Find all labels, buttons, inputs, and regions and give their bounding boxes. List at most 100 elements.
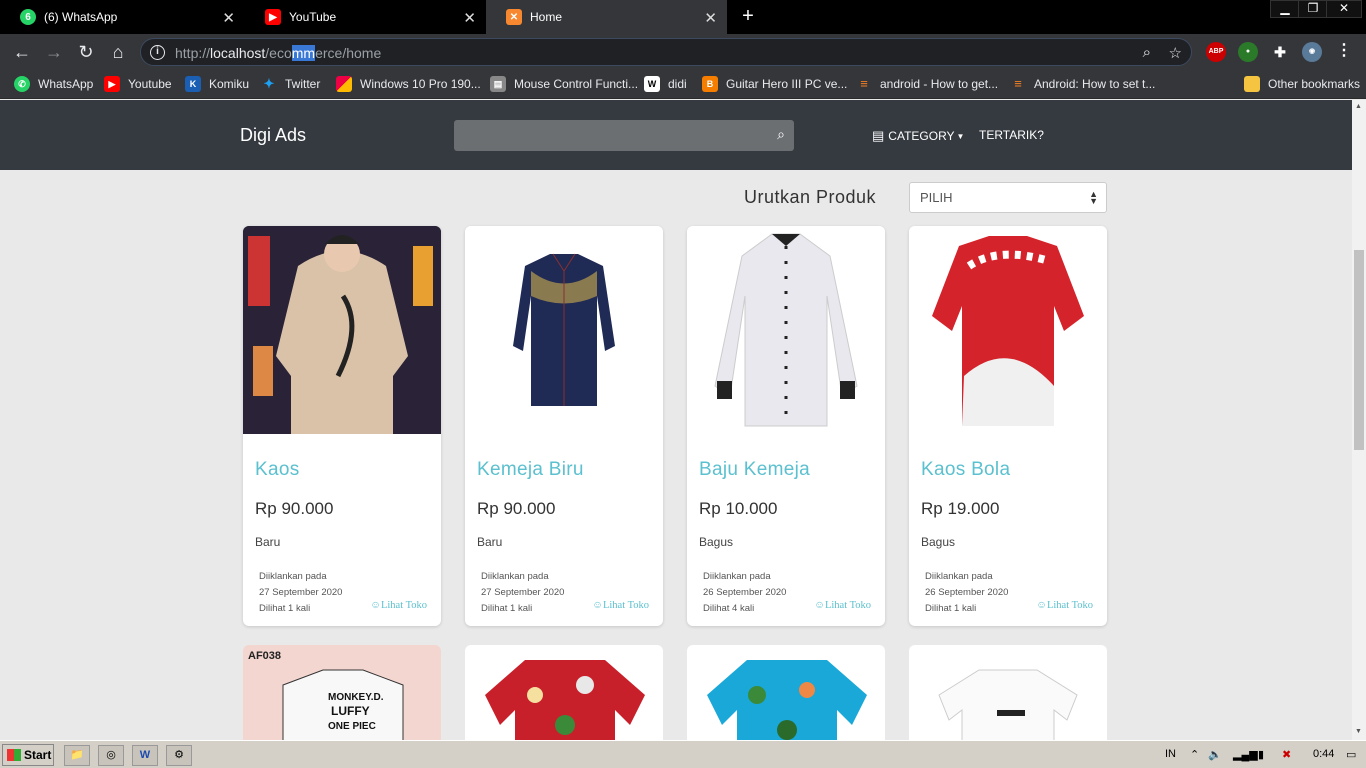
- scrollbar-thumb[interactable]: [1354, 250, 1364, 450]
- bookmark-label: Mouse Control Functi...: [514, 77, 639, 91]
- view-store-link[interactable]: ☺Lihat Toko: [592, 600, 649, 611]
- restore-button[interactable]: ❐: [1298, 0, 1328, 18]
- app-icon[interactable]: ⚙: [166, 745, 192, 766]
- view-count: Dilihat 1 kali: [925, 603, 977, 614]
- windows-flag-icon: [7, 749, 21, 761]
- close-icon[interactable]: ✕: [463, 9, 476, 27]
- view-store-link[interactable]: ☺Lihat Toko: [370, 600, 427, 611]
- page-icon: ▤: [490, 76, 506, 92]
- scroll-up-icon[interactable]: ▲: [1355, 103, 1362, 110]
- bookmark-youtube[interactable]: ▶ Youtube: [104, 76, 172, 92]
- minimize-button[interactable]: ▁: [1270, 0, 1300, 18]
- battery-icon[interactable]: ▮: [1258, 748, 1264, 761]
- clock[interactable]: 0:44: [1313, 748, 1334, 760]
- posted-label: Diiklankan pada: [703, 571, 771, 582]
- signal-icon[interactable]: ▂▄▆: [1233, 748, 1258, 761]
- product-title[interactable]: Kaos Bola: [921, 459, 1010, 481]
- network-error-icon[interactable]: ✖: [1282, 748, 1291, 761]
- adblock-icon[interactable]: ABP: [1206, 42, 1226, 62]
- bookmark-label: Youtube: [128, 77, 172, 91]
- url-text[interactable]: http://localhost/ecommerce/home: [175, 45, 381, 61]
- posted-date: 26 September 2020: [925, 587, 1009, 598]
- bookmark-other[interactable]: Other bookmarks: [1244, 76, 1360, 92]
- bookmark-guitar-hero[interactable]: B Guitar Hero III PC ve...: [702, 76, 847, 92]
- tab-whatsapp[interactable]: 6 (6) WhatsApp ✕: [0, 0, 245, 34]
- view-store-link[interactable]: ☺Lihat Toko: [814, 600, 871, 611]
- info-icon[interactable]: i: [150, 45, 165, 60]
- star-icon[interactable]: ☆: [1169, 44, 1182, 62]
- reload-button[interactable]: ↻: [75, 41, 97, 63]
- product-card[interactable]: Baju Kemeja Rp 10.000 Bagus Diiklankan p…: [687, 226, 885, 626]
- svg-text:LUFFY: LUFFY: [331, 704, 370, 718]
- product-card[interactable]: [909, 645, 1107, 740]
- product-image[interactable]: [909, 226, 1107, 434]
- close-icon[interactable]: ✕: [222, 9, 235, 27]
- product-title[interactable]: Kaos: [255, 459, 300, 481]
- bookmark-didi[interactable]: Wdidi: [644, 76, 687, 92]
- search-icon[interactable]: ⌕: [777, 126, 785, 143]
- posted-date: 26 September 2020: [703, 587, 787, 598]
- select-arrows-icon: ▲ ▼: [1089, 189, 1098, 206]
- category-dropdown[interactable]: ▤ CATEGORY ▼: [872, 128, 964, 144]
- bookmark-whatsapp[interactable]: ✆ WhatsApp: [14, 76, 93, 92]
- product-photo: [513, 253, 615, 406]
- volume-icon[interactable]: 🔈: [1208, 748, 1222, 761]
- tab-title: (6) WhatsApp: [44, 10, 118, 24]
- bookmark-mouse-control[interactable]: ▤ Mouse Control Functi...: [490, 76, 638, 92]
- tertarik-link[interactable]: TERTARIK?: [979, 128, 1044, 142]
- view-store-link[interactable]: ☺Lihat Toko: [1036, 600, 1093, 611]
- address-bar[interactable]: i http://localhost/ecommerce/home ⌕ ☆: [140, 38, 1192, 66]
- product-image[interactable]: [687, 226, 885, 434]
- product-price: Rp 10.000: [699, 499, 778, 518]
- product-title[interactable]: Kemeja Biru: [477, 459, 584, 481]
- scroll-down-icon[interactable]: ▼: [1355, 728, 1362, 735]
- product-image[interactable]: [465, 226, 663, 434]
- bookmark-komiku[interactable]: K Komiku: [185, 76, 249, 92]
- start-button[interactable]: Start: [2, 744, 54, 766]
- close-icon[interactable]: ✕: [704, 9, 717, 27]
- url-selection: mm: [291, 45, 316, 61]
- new-tab-button[interactable]: +: [737, 5, 759, 28]
- product-card[interactable]: Kaos Rp 90.000 Baru Diiklankan pada 27 S…: [243, 226, 441, 626]
- product-title[interactable]: Baju Kemeja: [699, 459, 810, 481]
- bookmark-windows[interactable]: Windows 10 Pro 190...: [336, 76, 481, 92]
- bookmark-twitter[interactable]: ✦ Twitter: [261, 76, 321, 92]
- tab-youtube[interactable]: ▶ YouTube ✕: [245, 0, 486, 34]
- bookmark-android-set[interactable]: ≡ Android: How to set t...: [1010, 76, 1155, 92]
- chrome-icon[interactable]: ◎: [98, 745, 124, 766]
- tab-title: Home: [530, 10, 563, 24]
- explorer-icon[interactable]: 📁: [64, 745, 90, 766]
- back-button[interactable]: ←: [11, 41, 33, 63]
- extensions-puzzle-icon[interactable]: ✚: [1270, 42, 1290, 62]
- product-card[interactable]: [465, 645, 663, 740]
- tab-home[interactable]: ✕ Home ✕: [486, 0, 727, 34]
- sort-select[interactable]: PILIH ▲ ▼: [909, 182, 1107, 213]
- view-store-label: Lihat Toko: [1046, 600, 1093, 611]
- forward-button[interactable]: →: [43, 41, 65, 63]
- view-store-label: Lihat Toko: [824, 600, 871, 611]
- extension-globe-icon[interactable]: ●: [1238, 42, 1258, 62]
- product-card[interactable]: Kaos Bola Rp 19.000 Bagus Diiklankan pad…: [909, 226, 1107, 626]
- product-card[interactable]: Kemeja Biru Rp 90.000 Baru Diiklankan pa…: [465, 226, 663, 626]
- close-window-button[interactable]: ✕: [1326, 0, 1362, 18]
- word-icon[interactable]: W: [132, 745, 158, 766]
- profile-avatar[interactable]: ◉: [1302, 42, 1322, 62]
- product-card[interactable]: [687, 645, 885, 740]
- notification-icon[interactable]: ▭: [1346, 748, 1356, 761]
- user-icon: ☺: [814, 600, 825, 611]
- language-indicator[interactable]: IN: [1165, 748, 1176, 760]
- product-photo: [707, 660, 867, 740]
- bookmark-label: android - How to get...: [880, 77, 999, 91]
- product-image[interactable]: [243, 226, 441, 434]
- product-card[interactable]: AF038 MONKEY.D. LUFFY ONE PIEC: [243, 645, 441, 740]
- home-button[interactable]: ⌂: [107, 41, 129, 63]
- page-scrollbar[interactable]: ▲ ▼: [1352, 100, 1366, 740]
- site-brand[interactable]: Digi Ads: [240, 125, 306, 146]
- search-input[interactable]: ⌕: [454, 120, 794, 151]
- tray-expand-icon[interactable]: ⌃: [1190, 748, 1199, 761]
- bookmark-label: Komiku: [209, 77, 250, 91]
- bookmark-android-get[interactable]: ≡ android - How to get...: [856, 76, 998, 92]
- zoom-icon[interactable]: ⌕: [1143, 44, 1151, 61]
- menu-kebab-icon[interactable]: ⋮: [1334, 42, 1354, 62]
- xampp-icon: ✕: [506, 9, 522, 25]
